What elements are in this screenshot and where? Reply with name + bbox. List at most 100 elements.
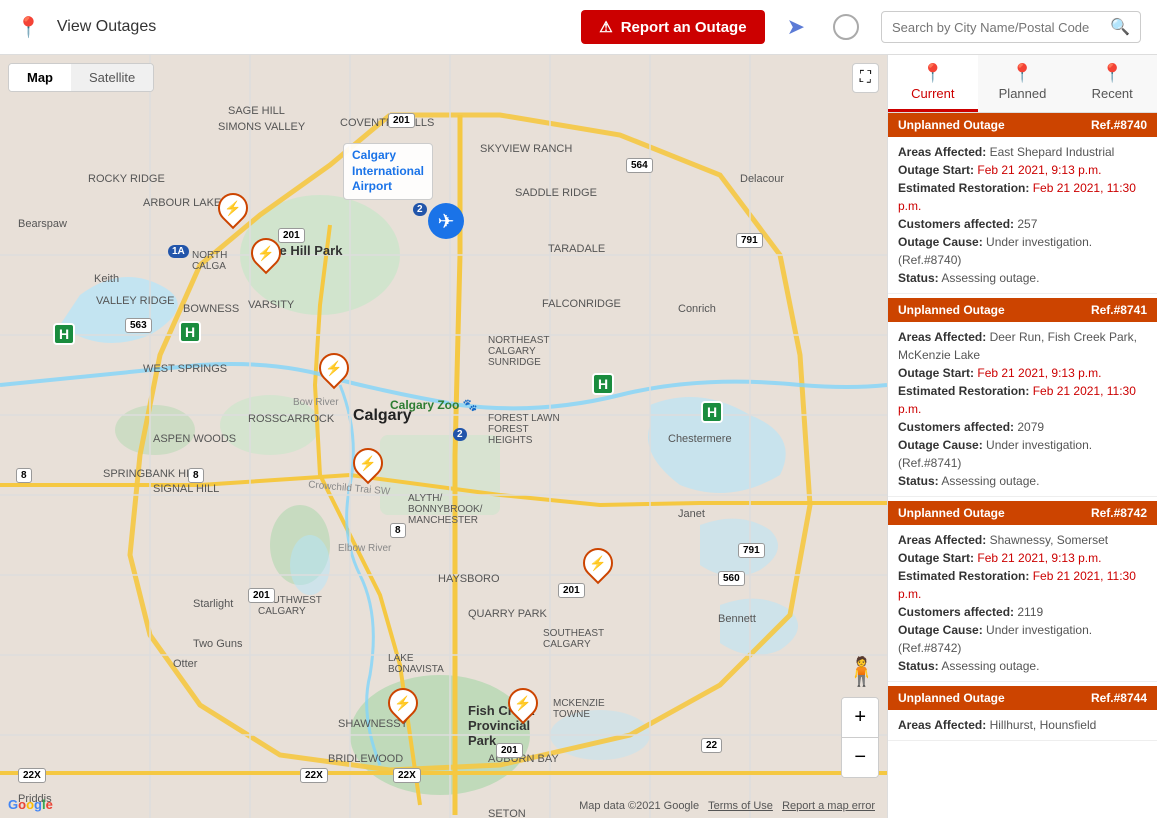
road-badge-8-mid: 8 [188,468,204,483]
search-icon[interactable]: 🔍 [1110,17,1130,37]
areas-label-8741: Areas Affected: [898,330,986,344]
zoom-controls: + − [841,697,879,778]
areas-label-8742: Areas Affected: [898,533,986,547]
road-badge-22x-e: 22X [393,768,421,783]
outage-card-8744[interactable]: Unplanned Outage Ref.#8744 Areas Affecte… [888,686,1157,741]
pegman[interactable]: 🧍 [844,655,879,688]
status-label-8742: Status: [898,659,939,673]
cause-label-8742: Outage Cause: [898,623,983,637]
outage-pin-7[interactable]: ⚡ [508,688,538,718]
outage-pin-2[interactable]: ⚡ [251,238,281,268]
road-badge-22x-mid: 22X [300,768,328,783]
report-btn-label: Report an Outage [621,19,747,36]
map-tab-map[interactable]: Map [9,64,71,91]
restoration-label-8741: Estimated Restoration: [898,384,1029,398]
zoom-out-button[interactable]: − [842,738,878,777]
outage-type-8744: Unplanned Outage [898,691,1005,705]
recent-tab-label: Recent [1092,86,1133,101]
status-value-8741: Assessing outage. [941,474,1039,488]
road-badge-564: 564 [626,158,653,173]
report-outage-button[interactable]: ⚠ Report an Outage [581,10,764,44]
areas-value-8742: Shawnessy, Somerset [990,533,1109,547]
areas-label-8740: Areas Affected: [898,145,986,159]
outage-card-8742-body: Areas Affected: Shawnessy, Somerset Outa… [888,525,1157,681]
outage-pin-1[interactable]: ⚡ [218,193,248,223]
map-attribution: Map data ©2021 Google Terms of Use Repor… [579,800,875,812]
road-badge-560: 560 [718,571,745,586]
areas-value-8744: Hillhurst, Hounsfield [990,718,1097,732]
tab-planned[interactable]: 📍 Planned [978,55,1068,112]
areas-value-8740: East Shepard Industrial [990,145,1115,159]
current-tab-icon: 📍 [922,63,944,84]
hospital-marker-4: H [701,401,723,423]
outage-list[interactable]: Unplanned Outage Ref.#8740 Areas Affecte… [888,113,1157,818]
hospital-marker-2: H [179,321,201,343]
road-badge-1a: 1A [168,245,189,258]
road-badge-8-w: 8 [16,468,32,483]
warn-icon: ⚠ [599,18,612,36]
outage-pin-6[interactable]: ⚡ [388,688,418,718]
customers-label-8741: Customers affected: [898,420,1014,434]
map-tab-bar: Map Satellite [8,63,154,92]
customers-label-8740: Customers affected: [898,217,1014,231]
current-tab-label: Current [911,86,954,101]
map-area[interactable]: SAGE HILL SIMONS VALLEY COVENTRY HILLS S… [0,55,887,818]
navigate-arrow-icon[interactable]: ➤ [787,14,805,40]
outage-card-8741-body: Areas Affected: Deer Run, Fish Creek Par… [888,322,1157,496]
search-input[interactable] [892,20,1110,35]
report-map-error-link[interactable]: Report a map error [782,800,875,812]
road-badge-201-sw: 201 [248,588,275,603]
outage-ref-8740: Ref.#8740 [1091,118,1147,132]
outage-pin-3[interactable]: ⚡ [319,353,349,383]
zoom-in-button[interactable]: + [842,698,878,738]
search-bar: 🔍 [881,11,1141,43]
restoration-label-8740: Estimated Restoration: [898,181,1029,195]
fullscreen-button[interactable]: ⛶ [852,63,879,93]
start-label-8742: Outage Start: [898,551,974,565]
outage-ref-8742: Ref.#8742 [1091,506,1147,520]
outage-ref-8744: Ref.#8744 [1091,691,1147,705]
start-value-8740: Feb 21 2021, 9:13 p.m. [977,163,1101,177]
road-badge-791-n: 791 [736,233,763,248]
hospital-marker-3: H [592,373,614,395]
sidebar-tabs: 📍 Current 📍 Planned 📍 Recent [888,55,1157,113]
cause-label-8741: Outage Cause: [898,438,983,452]
customers-value-8740: 257 [1017,217,1037,231]
view-outages-label: View Outages [57,18,156,36]
status-value-8740: Assessing outage. [941,271,1039,285]
outage-card-8742[interactable]: Unplanned Outage Ref.#8742 Areas Affecte… [888,501,1157,682]
planned-tab-label: Planned [999,86,1047,101]
outage-card-8740[interactable]: Unplanned Outage Ref.#8740 Areas Affecte… [888,113,1157,294]
outage-card-8741-header: Unplanned Outage Ref.#8741 [888,298,1157,322]
refresh-icon[interactable] [833,14,859,40]
airport-label: CalgaryInternationalAirport [343,143,433,200]
hospital-marker-1: H [53,323,75,345]
road-badge-791-s: 791 [738,543,765,558]
airport-icon: ✈ [428,203,464,239]
status-label-8741: Status: [898,474,939,488]
customers-label-8742: Customers affected: [898,605,1014,619]
outage-card-8744-header: Unplanned Outage Ref.#8744 [888,686,1157,710]
outage-pin-4[interactable]: ⚡ [353,448,383,478]
planned-tab-icon: 📍 [1011,63,1033,84]
tab-recent[interactable]: 📍 Recent [1067,55,1157,112]
tab-current[interactable]: 📍 Current [888,55,978,112]
road-badge-2: 2 [413,203,427,216]
road-badge-201-se: 201 [558,583,585,598]
customers-value-8741: 2079 [1017,420,1044,434]
status-value-8742: Assessing outage. [941,659,1039,673]
main: SAGE HILL SIMONS VALLEY COVENTRY HILLS S… [0,55,1157,818]
outage-card-8741[interactable]: Unplanned Outage Ref.#8741 Areas Affecte… [888,298,1157,497]
areas-label-8744: Areas Affected: [898,718,986,732]
outage-pin-5[interactable]: ⚡ [583,548,613,578]
terms-of-use-link[interactable]: Terms of Use [708,800,773,812]
map-tab-satellite[interactable]: Satellite [71,64,153,91]
road-badge-22: 22 [701,738,722,753]
road-badge-22x-w: 22X [18,768,46,783]
outage-card-8740-header: Unplanned Outage Ref.#8740 [888,113,1157,137]
outage-type-8740: Unplanned Outage [898,118,1005,132]
road-badge-201-s: 201 [496,743,523,758]
status-label-8740: Status: [898,271,939,285]
sidebar: 📍 Current 📍 Planned 📍 Recent Unplanned O… [887,55,1157,818]
customers-value-8742: 2119 [1017,605,1043,619]
